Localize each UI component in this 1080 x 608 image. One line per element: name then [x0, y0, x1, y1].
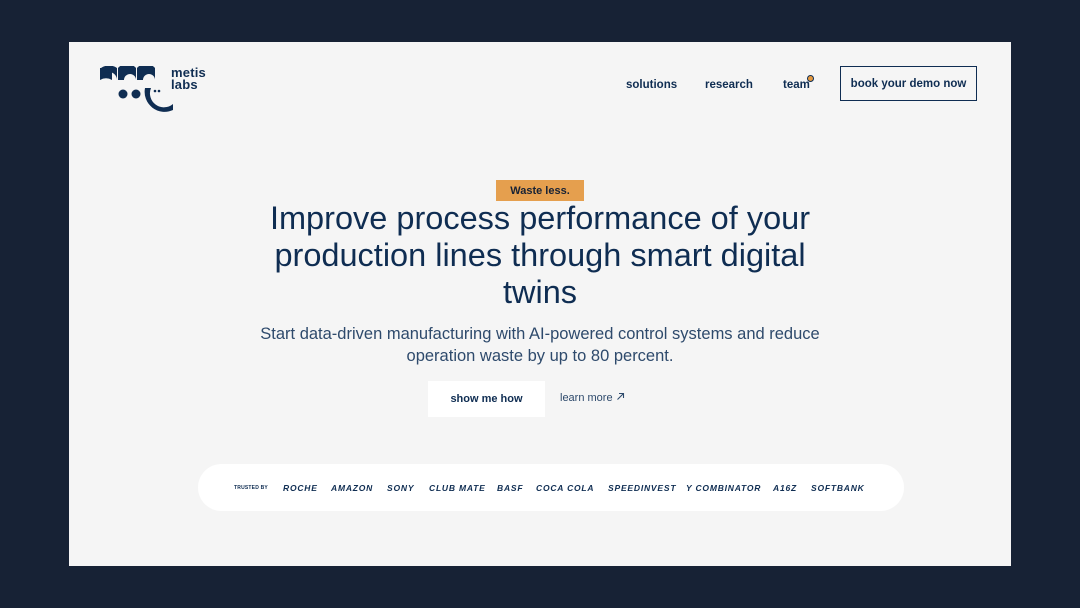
learn-more-label: learn more	[560, 392, 613, 404]
hero-badge: Waste less.	[496, 180, 584, 201]
brand-club-mate: CLUB MATE	[429, 483, 486, 493]
nav-solutions[interactable]: solutions	[626, 79, 677, 91]
trusted-by-bar: TRUSTED BY ROCHE AMAZON SONY CLUB MATE B…	[198, 464, 904, 511]
brand-amazon: AMAZON	[331, 483, 374, 493]
show-me-how-button[interactable]: show me how	[428, 381, 545, 417]
notification-dot-icon	[806, 75, 814, 82]
book-demo-button[interactable]: book your demo now	[840, 66, 977, 101]
brand-softbank: SOFTBANK	[811, 483, 865, 493]
brand-basf: BASF	[497, 483, 524, 493]
brand-sony: SONY	[387, 483, 415, 493]
nav-research[interactable]: research	[705, 79, 753, 91]
brand-coca-cola: COCA COLA	[536, 483, 595, 493]
hero-subline: Start data-driven manufacturing with AI-…	[260, 325, 820, 365]
nav-team-label: team	[783, 79, 810, 91]
logo-line-2: labs	[171, 77, 198, 92]
brand-roche: ROCHE	[283, 483, 318, 493]
nav-team[interactable]: team	[783, 75, 814, 91]
learn-more-link[interactable]: learn more	[560, 392, 625, 404]
brand-y-combinator: Y COMBINATOR	[686, 483, 762, 493]
logo-mark-icon	[100, 66, 173, 112]
hero-headline: Improve process performance of your prod…	[269, 200, 811, 310]
brand-a16z: A16Z	[773, 483, 797, 493]
trusted-by-label: TRUSTED BY	[234, 485, 268, 491]
page-frame: metis labs solutions research team book …	[69, 42, 1011, 566]
logo[interactable]: metis labs	[99, 66, 209, 112]
arrow-up-right-icon	[616, 392, 625, 404]
brand-speedinvest: SPEEDINVEST	[608, 483, 677, 493]
logo-text: metis labs	[171, 66, 206, 92]
